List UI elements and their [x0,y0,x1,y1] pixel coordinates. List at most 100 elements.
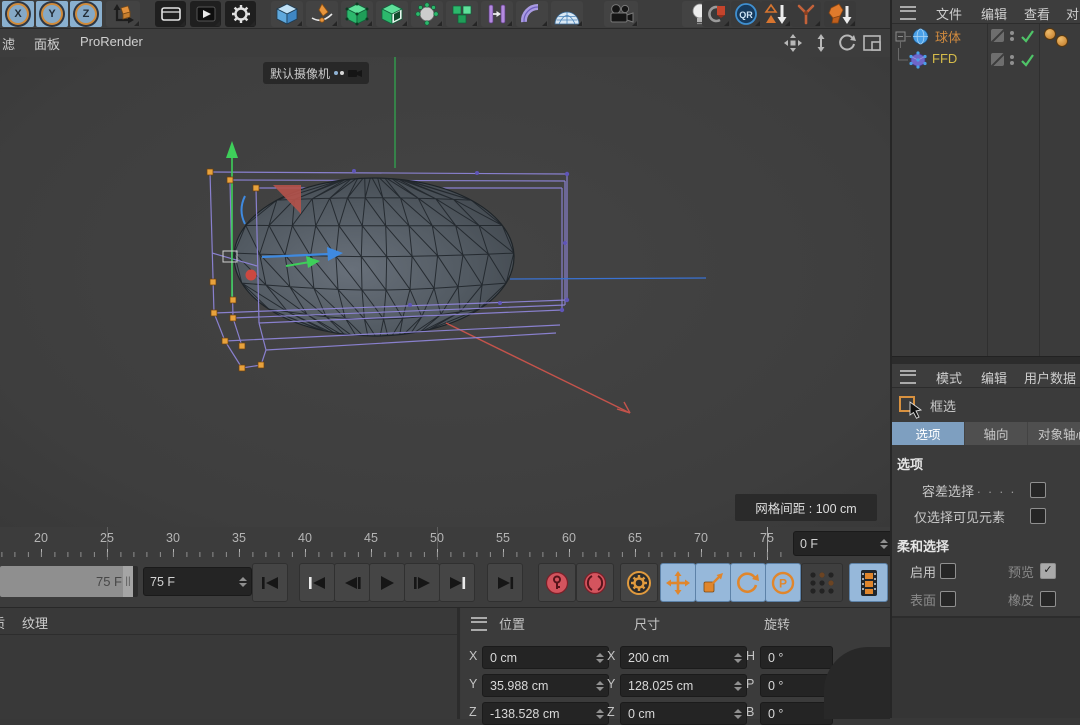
tag-dot-icon[interactable] [1056,35,1068,47]
record-rotation-button[interactable] [730,563,766,602]
record-position-button[interactable] [660,563,696,602]
subdivide-arrows-button[interactable] [761,1,791,27]
rot-p-input[interactable]: 0 ° [760,674,833,697]
am-menu-edit[interactable]: 编辑 [981,368,1007,387]
spline-pen-button[interactable] [306,1,338,27]
section-soft-header[interactable]: 柔和选择 [897,536,949,555]
am-menu-userdata[interactable]: 用户数据 [1024,368,1076,387]
visible-only-checkbox[interactable] [1030,508,1046,524]
viewport-maximize-icon[interactable] [861,33,883,53]
tab-object-axis[interactable]: 对象轴心 [1028,422,1080,445]
record-keyframe-button[interactable] [538,563,576,602]
cineware-button[interactable] [702,1,730,27]
boole-modeling-button[interactable] [376,1,408,27]
bend-deformer-button[interactable] [516,1,548,27]
instance-button[interactable] [481,1,513,27]
render-picture-viewer-button[interactable] [190,1,221,27]
axis-lock-z-button[interactable]: Z [70,1,102,27]
pos-z-input[interactable]: -138.528 cm [482,702,609,725]
enabled-check-icon[interactable] [1020,53,1035,67]
material-manager[interactable]: 质 纹理 [0,608,458,719]
joint-bone-button[interactable] [791,1,821,27]
om-menu-object[interactable]: 对象 [1066,4,1080,23]
rot-b-input[interactable]: 0 ° [760,702,833,725]
array-clone-button[interactable] [446,1,478,27]
record-parameter-button[interactable]: P [765,563,801,602]
current-frame-field[interactable]: 75 F [143,567,252,596]
om-menu-view[interactable]: 查看 [1024,4,1050,23]
surface-checkbox[interactable] [940,591,956,607]
quick-render-button[interactable]: QR [731,1,761,27]
visibility-dots-icon[interactable] [1010,53,1014,67]
end-frame-field[interactable]: 0 F [793,531,893,556]
tag-dot-icon[interactable] [1044,28,1056,40]
spinner-arrows-icon[interactable] [880,539,888,549]
viewport-dolly-icon[interactable] [810,33,832,53]
om-menu-file[interactable]: 文件 [936,4,962,23]
preview-checkbox[interactable] [1040,563,1056,579]
timeline-ruler[interactable]: 20 25 30 35 40 45 50 55 60 65 70 75 0 F [0,527,890,562]
render-settings-button[interactable] [225,1,256,27]
object-manager-menu-icon[interactable] [900,6,916,20]
coordinates-menu-icon[interactable] [471,617,487,631]
render-view-button[interactable] [155,1,186,27]
3d-viewport[interactable]: 默认摄像机 网格间距 : 100 cm [0,57,890,527]
am-menu-mode[interactable]: 模式 [936,368,962,387]
enable-checkbox[interactable] [940,563,956,579]
viewport-pan-icon[interactable] [782,33,804,53]
menu-panel[interactable]: 面板 [34,34,60,53]
visibility-dots-icon[interactable] [1010,29,1014,43]
primitive-cube-button[interactable] [271,1,303,27]
menu-filter[interactable]: 滤 [2,34,15,53]
layer-toggle-icon[interactable] [991,29,1004,42]
object-name-sphere[interactable]: 球体 [935,27,961,46]
current-frame-slider[interactable]: 75 F || [0,566,138,597]
object-row-sphere[interactable]: 球体 [892,24,1080,48]
tab-axis[interactable]: 轴向 [965,422,1027,445]
next-key-button[interactable] [439,563,475,602]
size-z-input[interactable]: 0 cm [620,702,747,725]
next-frame-button[interactable] [404,563,440,602]
om-menu-edit[interactable]: 编辑 [981,4,1007,23]
menu-prorender[interactable]: ProRender [80,34,143,49]
go-to-start-button[interactable] [252,563,288,602]
previous-frame-button[interactable] [334,563,370,602]
frame-slider-grip[interactable]: || [123,566,133,597]
subdivision-surface-button[interactable] [341,1,373,27]
material-menu-texture[interactable]: 纹理 [22,613,48,632]
camera-button[interactable] [604,1,638,27]
tree-expand-icon[interactable] [894,24,914,48]
character-rig-button[interactable] [824,1,856,27]
pos-x-input[interactable]: 0 cm [482,646,609,669]
rot-h-input[interactable]: 0 ° [760,646,833,669]
size-y-input[interactable]: 128.025 cm [620,674,747,697]
object-name-ffd[interactable]: FFD [932,51,957,66]
coordinate-system-button[interactable] [106,1,140,27]
tab-options[interactable]: 选项 [892,422,964,445]
keyframe-selection-button[interactable] [801,563,843,602]
section-options-header[interactable]: 选项 [897,454,923,473]
record-scale-button[interactable] [695,563,731,602]
animation-palette-button[interactable] [849,563,888,602]
layer-toggle-icon[interactable] [991,53,1004,66]
tolerance-select-checkbox[interactable] [1030,482,1046,498]
play-button[interactable] [369,563,405,602]
volume-builder-button[interactable] [411,1,443,27]
autokey-button[interactable] [576,563,614,602]
axis-lock-x-button[interactable]: X [2,1,34,27]
previous-key-button[interactable] [299,563,335,602]
material-menu-partial[interactable]: 质 [0,613,5,632]
floor-sky-button[interactable] [551,1,583,27]
keyframe-settings-button[interactable] [620,563,658,602]
attribute-manager-menu-icon[interactable] [900,370,916,384]
object-manager-tree[interactable]: 球体 FFD [892,24,1080,356]
pos-y-input[interactable]: 35.988 cm [482,674,609,697]
size-x-input[interactable]: 200 cm [620,646,747,669]
axis-lock-y-button[interactable]: Y [36,1,68,27]
enabled-check-icon[interactable] [1020,29,1035,43]
object-row-ffd[interactable]: FFD [892,48,1080,72]
viewport-rotate-icon[interactable] [836,33,858,53]
camera-label[interactable]: 默认摄像机 [263,62,369,84]
spinner-arrows-icon[interactable] [239,577,247,587]
eraser-checkbox[interactable] [1040,591,1056,607]
